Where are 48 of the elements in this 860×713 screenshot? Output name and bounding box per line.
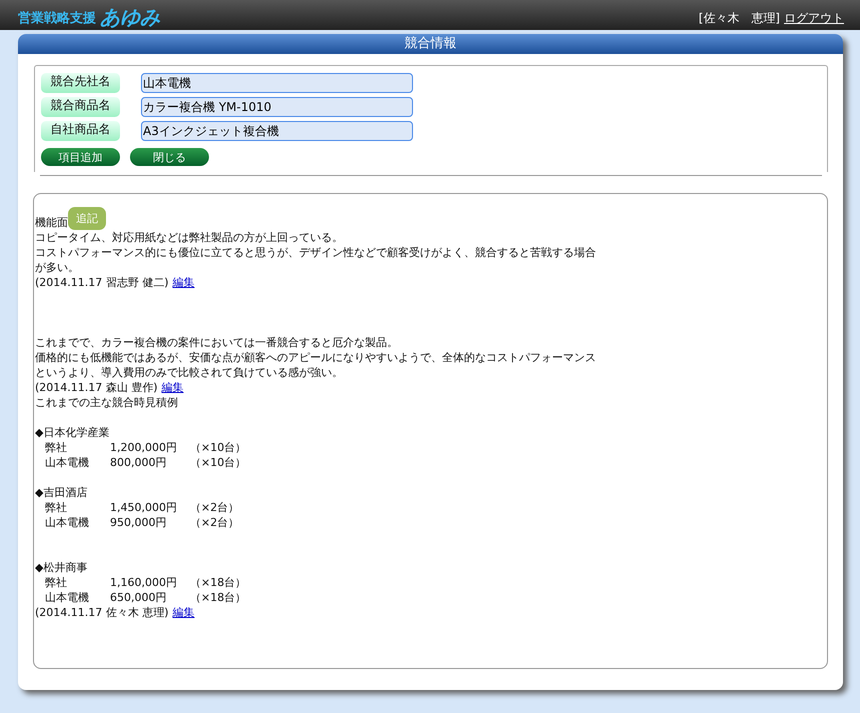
field-label: 競合先社名 bbox=[41, 73, 120, 93]
edit-link[interactable]: 編集 bbox=[162, 380, 184, 395]
case-title: ◆松井商事 bbox=[35, 560, 88, 575]
price-text: 1,200,000円 bbox=[110, 440, 178, 455]
case-title: ◆日本化学産業 bbox=[35, 425, 110, 440]
input-field[interactable]: A3インクジェット複合機 bbox=[141, 121, 413, 141]
company-name: 弊社 bbox=[45, 500, 68, 515]
company-name: 山本電機 bbox=[45, 515, 90, 530]
quantity-text: （×10台） bbox=[190, 455, 248, 470]
note-text: が多い。 bbox=[35, 260, 80, 275]
logo-script: あゆみ bbox=[100, 7, 160, 27]
note-text: コストパフォーマンス的にも優位に立てると思うが、デザイン性などで顧客受けがよく、競合すると苦戦する場合 bbox=[35, 245, 597, 260]
company-name: 山本電機 bbox=[45, 590, 90, 605]
company-name: 弊社 bbox=[45, 575, 68, 590]
quantity-text: （×18台） bbox=[190, 590, 248, 605]
note-text: 価格的にも低機能ではあるが、安価な点が顧客へのアピールになりやすいようで、全体的なコストパフォーマンス bbox=[35, 350, 597, 365]
note-signature: (2014.11.17 佐々木 恵理) bbox=[35, 605, 169, 620]
case-title: ◆吉田酒店 bbox=[35, 485, 88, 500]
note-text: これまでの主な競合時見積例 bbox=[35, 395, 179, 410]
edit-link[interactable]: 編集 bbox=[172, 275, 195, 290]
input-field[interactable]: 山本電機 bbox=[141, 73, 413, 93]
edit-link[interactable]: 編集 bbox=[172, 605, 195, 620]
input-field[interactable]: カラー複合機 YM-1010 bbox=[141, 97, 413, 117]
user-name: [佐々木 恵理] bbox=[698, 10, 780, 27]
note-text: コピータイム、対応用紙などは弊社製品の方が上回っている。 bbox=[35, 230, 344, 245]
action-button[interactable]: 閉じる bbox=[130, 148, 209, 166]
quantity-text: （×2台） bbox=[190, 515, 240, 530]
action-button[interactable]: 項目追加 bbox=[41, 148, 120, 166]
quantity-text: （×2台） bbox=[190, 500, 240, 515]
price-text: 800,000円 bbox=[110, 455, 168, 470]
field-label: 自社商品名 bbox=[41, 121, 120, 141]
note-text: というより、導入費用のみで比較されて負けている感が強い。 bbox=[35, 365, 344, 380]
company-name: 山本電機 bbox=[45, 455, 90, 470]
quantity-text: （×18台） bbox=[190, 575, 248, 590]
price-text: 950,000円 bbox=[110, 515, 168, 530]
price-text: 650,000円 bbox=[110, 590, 168, 605]
note-text: これまでで、カラー複合機の案件においては一番競合すると厄介な製品。 bbox=[35, 335, 399, 350]
section-heading: 機能面 bbox=[35, 215, 68, 230]
note-signature: (2014.11.17 習志野 健二) bbox=[35, 275, 169, 290]
company-name: 弊社 bbox=[45, 440, 68, 455]
quantity-text: （×10台） bbox=[190, 440, 248, 455]
logout-link[interactable]: ログアウト bbox=[784, 10, 844, 27]
price-text: 1,450,000円 bbox=[110, 500, 178, 515]
note-signature: (2014.11.17 森山 豊作) bbox=[35, 380, 158, 395]
price-text: 1,160,000円 bbox=[110, 575, 178, 590]
logo-text: 営業戦略支援 bbox=[18, 10, 96, 27]
panel-title: 競合情報 bbox=[18, 34, 843, 54]
field-label: 競合商品名 bbox=[41, 97, 120, 117]
